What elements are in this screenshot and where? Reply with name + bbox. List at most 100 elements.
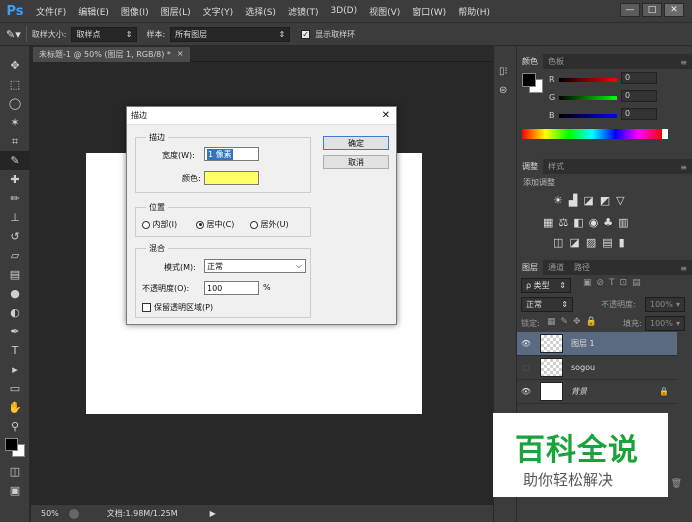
eyedropper-tool-icon[interactable]: ✎▾ [6,28,21,41]
hand-tool-icon[interactable]: ✋ [0,398,30,417]
curves-icon[interactable]: ◪ [583,194,599,207]
green-value[interactable]: 0 [621,90,657,102]
cancel-button[interactable]: 取消 [323,155,389,169]
brightness-icon[interactable]: ☀ [553,194,569,207]
photo-filter-icon[interactable]: ◉ [589,216,604,229]
posterize-icon[interactable]: ◪ [569,236,585,249]
panel-menu-icon[interactable]: ≡ [675,262,692,275]
dodge-tool-icon[interactable]: ◐ [0,303,30,322]
hue-saturation-icon[interactable]: ▦ [543,216,558,229]
tab-styles[interactable]: 样式 [543,159,569,174]
radio-inside[interactable] [142,220,150,229]
history-brush-icon[interactable]: ↺ [0,227,30,246]
position-center[interactable]: 居中(C) [196,219,234,230]
eye-icon[interactable]: 👁 [517,387,535,396]
opacity-input[interactable]: 100 [204,281,259,295]
blue-value[interactable]: 0 [621,108,657,120]
menu-layer[interactable]: 图层(L) [155,5,197,18]
panel-menu-icon[interactable]: ≡ [675,56,692,69]
healing-tool-icon[interactable]: ✚ [0,170,30,189]
position-outside[interactable]: 居外(U) [250,219,289,230]
tab-adjustments[interactable]: 调整 [517,159,543,174]
eyedropper-tool-icon[interactable]: ✎ [0,151,30,170]
sample-size-select[interactable]: 取样点 ⇕ [71,26,138,42]
path-select-tool-icon[interactable]: ▸ [0,360,30,379]
channel-mixer-icon[interactable]: ♣ [603,216,618,229]
screen-mode-icon[interactable]: ▣ [0,481,30,500]
layer-filter-select[interactable]: ρ 类型 ⇕ [521,278,571,293]
layer-opacity-input[interactable]: 100% ▾ [645,297,685,312]
maximize-button[interactable]: □ [642,3,662,17]
color-lookup-icon[interactable]: ▥ [618,216,633,229]
filter-icons[interactable]: ▣⊘T⊡▤ [583,278,646,288]
selective-color-icon[interactable]: ▮ [619,236,631,249]
menu-filter[interactable]: 滤镜(T) [282,5,325,18]
green-slider[interactable] [559,96,617,100]
blue-slider[interactable] [559,114,617,118]
position-inside[interactable]: 内部(I) [142,219,177,230]
blend-mode-select[interactable]: 正常 ⇕ [521,297,573,312]
menu-window[interactable]: 窗口(W) [406,5,452,18]
layer-row-layer1[interactable]: 👁 图层 1 [517,332,677,356]
invert-icon[interactable]: ◫ [553,236,569,249]
stroke-color-swatch[interactable] [204,171,259,185]
tab-channels[interactable]: 通道 [543,260,569,275]
blur-tool-icon[interactable]: ● [0,284,30,303]
type-tool-icon[interactable]: T [0,341,30,360]
quick-mask-icon[interactable]: ◫ [0,462,30,481]
layer-name[interactable]: 图层 1 [571,338,595,349]
radio-outside[interactable] [250,220,258,229]
magic-wand-tool-icon[interactable]: ✶ [0,113,30,132]
zoom-level[interactable]: 50% [31,509,69,518]
menu-help[interactable]: 帮助(H) [452,5,496,18]
properties-panel-icon[interactable]: ⊜ [499,85,516,96]
gradient-tool-icon[interactable]: ▤ [0,265,30,284]
ok-button[interactable]: 确定 [323,136,389,150]
brush-tool-icon[interactable]: ✏ [0,189,30,208]
foreground-color-swatch[interactable] [522,73,536,87]
lasso-tool-icon[interactable]: ◯ [0,94,30,113]
menu-3d[interactable]: 3D(D) [324,6,363,16]
close-tab-icon[interactable]: × [177,49,184,60]
menu-image[interactable]: 图像(I) [115,5,155,18]
lock-icons[interactable]: ▦✎✥🔒 [547,317,602,327]
preserve-transparency-checkbox[interactable] [142,303,151,312]
show-ring-checkbox[interactable]: ✓ [301,29,311,39]
zoom-tool-icon[interactable]: ⚲ [0,417,30,436]
expand-arrow-icon[interactable]: ▶ [210,509,216,518]
eye-icon[interactable]: 👁 [517,339,535,348]
move-tool-icon[interactable]: ✥ [0,56,30,75]
levels-icon[interactable]: ▟ [569,194,583,207]
stamp-tool-icon[interactable]: ⊥ [0,208,30,227]
tab-layers[interactable]: 图层 [517,260,543,275]
exposure-icon[interactable]: ◩ [600,194,616,207]
threshold-icon[interactable]: ▨ [586,236,602,249]
mode-select[interactable]: 正常 ⌵ [204,259,306,273]
tab-swatches[interactable]: 色板 [543,54,569,69]
color-swatches[interactable] [0,436,29,462]
width-input[interactable]: 1 像素 [204,147,259,161]
tab-paths[interactable]: 路径 [569,260,595,275]
trash-icon[interactable]: 🗑 [671,479,682,489]
minimize-button[interactable]: — [620,3,640,17]
layer-row-sogou[interactable]: ▢ sogou [517,356,677,380]
layer-row-background[interactable]: 👁 背景 🔒 [517,380,677,404]
menu-view[interactable]: 视图(V) [363,5,406,18]
layer-name[interactable]: 背景 [571,386,587,397]
eraser-tool-icon[interactable]: ▱ [0,246,30,265]
status-menu-icon[interactable] [68,508,79,519]
color-balance-icon[interactable]: ⚖ [558,216,573,229]
red-slider[interactable] [559,78,617,82]
dialog-close-button[interactable]: ✕ [382,110,390,121]
history-panel-icon[interactable]: ▯⁝ [499,66,516,77]
red-value[interactable]: 0 [621,72,657,84]
menu-file[interactable]: 文件(F) [30,5,72,18]
menu-type[interactable]: 文字(Y) [197,5,240,18]
document-tab[interactable]: 未标题-1 @ 50% (图层 1, RGB/8) * × [33,47,190,62]
fill-input[interactable]: 100% ▾ [645,316,685,331]
sample-select[interactable]: 所有图层 ⇕ [170,26,291,42]
tab-color[interactable]: 颜色 [517,54,543,69]
color-spectrum[interactable] [522,129,662,139]
shape-tool-icon[interactable]: ▭ [0,379,30,398]
radio-center[interactable] [196,220,204,229]
